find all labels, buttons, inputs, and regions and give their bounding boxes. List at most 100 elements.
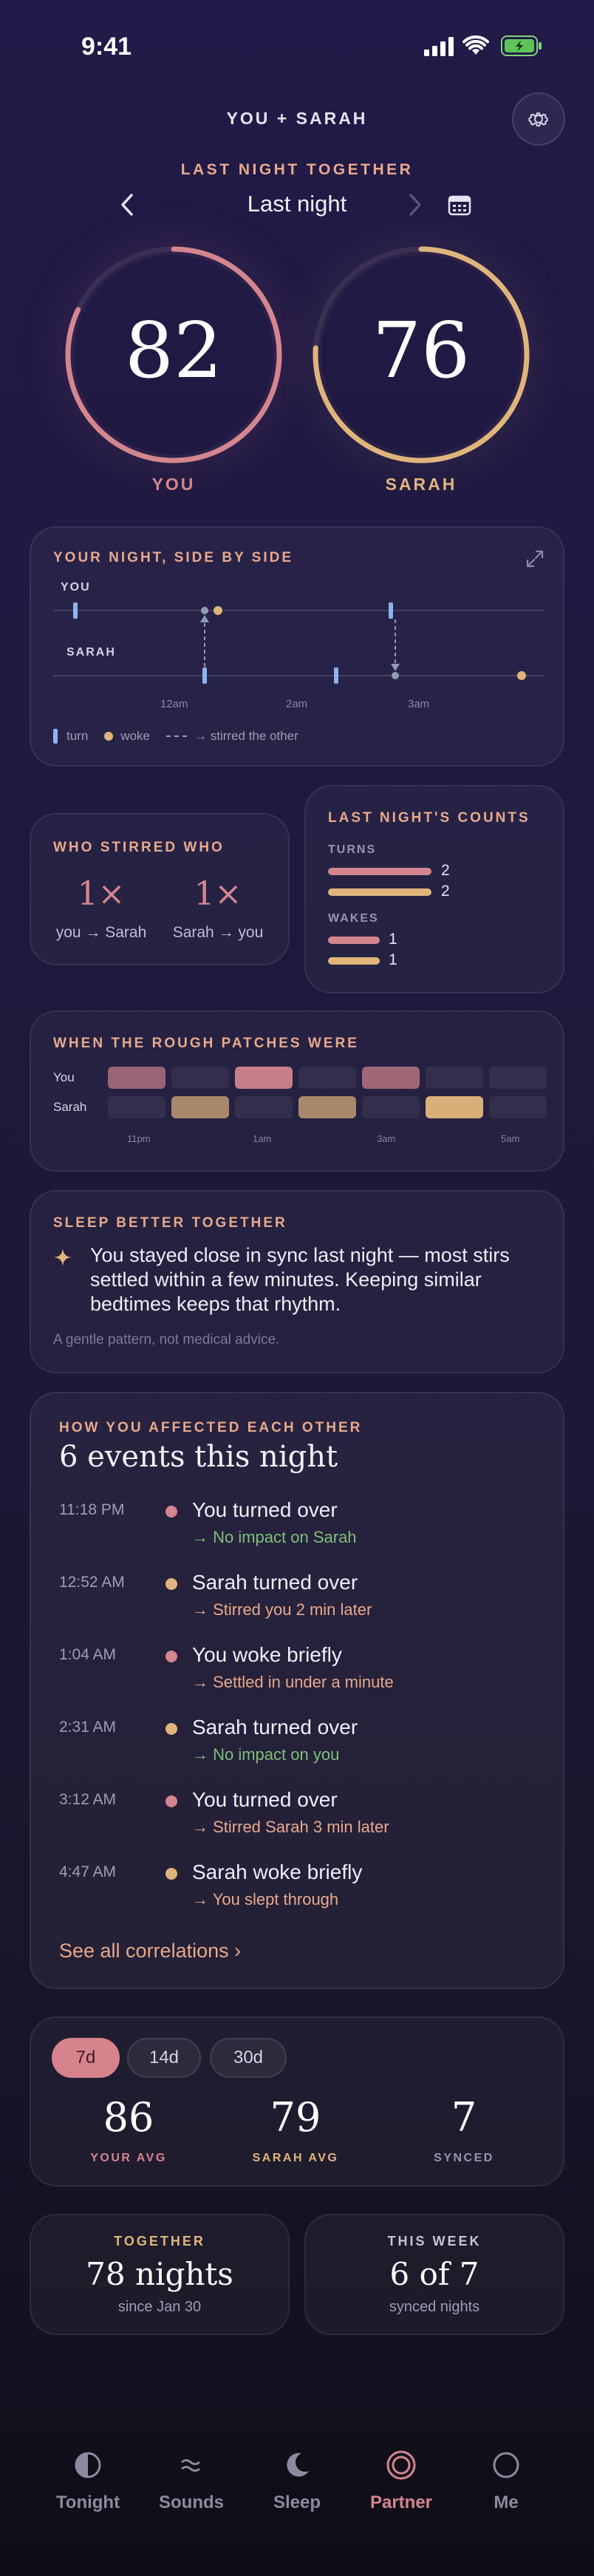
sleep-better-body: You stayed close in sync last night — mo… [90,1244,510,1315]
event-title: You turned over [192,1788,338,1811]
next-night-button[interactable] [399,188,431,221]
event-dot [165,1578,177,1590]
heat-tick: 11pm [127,1133,151,1144]
stir-target-dot [392,672,399,679]
timeline-tick: 3am [408,698,430,710]
rough-patches-card: WHEN THE ROUGH PATCHES WERE You Sarah 11… [30,1010,564,1172]
event-time: 3:12 AM [59,1791,117,1808]
heat-cell [489,1067,547,1089]
page-title: YOU + SARAH [226,109,368,128]
turn-marker [202,667,207,684]
heat-tick: 1am [253,1133,272,1144]
affected-eyebrow: HOW YOU AFFECTED EACH OTHER [59,1420,363,1435]
score-you-value: 82 [124,305,223,395]
moon-half-icon [75,2452,101,2478]
this-week-value: 6 of 7 [389,2256,479,2292]
header-subtitle: LAST NIGHT TOGETHER [180,161,414,178]
event-detail: → No impact on Sarah [192,1528,357,1546]
turns-value-you: 2 [441,862,450,879]
sparkle-icon [53,1248,72,1271]
score-sarah-value: 76 [372,305,471,395]
event-time: 11:18 PM [59,1501,125,1518]
prev-night-button[interactable] [111,188,143,221]
heat-cell [362,1096,420,1118]
heat-cell [171,1096,229,1118]
event-detail: → Stirred you 2 min later [192,1600,372,1619]
event-title: Sarah woke briefly [192,1860,363,1883]
event-dot [165,1795,177,1807]
nav-sleep-label: Sleep [273,2492,321,2512]
calendar-button[interactable] [443,190,476,220]
event-detail: → No impact on you [192,1745,340,1764]
nav-sounds[interactable]: Sounds [143,2447,239,2513]
heat-cell [426,1067,483,1089]
nav-partner[interactable]: Partner [353,2447,449,2513]
together-sub: since Jan 30 [117,2299,202,2315]
counts-title: LAST NIGHT'S COUNTS [328,810,530,826]
settings-button[interactable] [512,92,565,146]
timeline-legend: turn woke → stirred the other [53,727,298,745]
wakes-value-you: 1 [389,931,397,948]
together-eyebrow: TOGETHER [114,2234,205,2249]
stir-count-sarah: 1× [194,875,242,913]
synced-value: 7 [451,2094,477,2141]
tab-7d[interactable]: 7d [52,2038,120,2078]
heat-row-label-you: You [53,1070,75,1084]
sarah-avg-value: 79 [270,2094,321,2141]
wake-legend-swatch [104,732,114,741]
sleep-better-disclaimer: A gentle pattern, not medical advice. [53,1332,280,1348]
legend-turn: turn [66,729,89,743]
tab-30d[interactable]: 30d [210,2038,287,2078]
turns-value-sarah: 2 [441,883,450,900]
event-dot [165,1723,177,1735]
your-avg-label: YOUR AVG [90,2152,167,2164]
stir-count-you: 1× [77,875,126,913]
turns-bar-sarah [328,888,431,896]
turn-marker [73,602,78,619]
heat-cell [108,1096,165,1118]
event-time: 12:52 AM [59,1574,125,1591]
heat-tick: 3am [377,1133,396,1144]
nav-partner-label: Partner [369,2492,433,2512]
profile-circle-icon [493,2452,519,2478]
nav-sleep[interactable]: Sleep [249,2447,345,2513]
date-label: Last night [247,191,347,217]
nav-tonight[interactable]: Tonight [40,2447,136,2513]
see-all-correlations-link[interactable]: See all correlations › [59,1940,241,1962]
nav-sounds-label: Sounds [159,2492,224,2512]
tab-14d[interactable]: 14d [127,2038,201,2078]
calendar-icon [448,195,471,216]
this-week-sub: synced nights [389,2299,480,2315]
stir-label-sarah: Sarah → you [172,924,264,941]
heat-cell [426,1096,483,1118]
wakes-bar-sarah [328,957,380,965]
nav-me-label: Me [494,2492,519,2512]
heat-cell [489,1096,547,1118]
expand-button[interactable] [519,543,551,575]
timeline-tick: 12am [160,698,188,710]
heat-tick: 5am [501,1133,520,1144]
heat-cell [235,1067,293,1089]
sarah-avg-label: SARAH AVG [252,2152,339,2164]
event-time: 4:47 AM [59,1863,117,1880]
score-you-label: YOU [151,475,196,494]
event-title: Sarah turned over [192,1571,358,1594]
score-sarah-label: SARAH [385,475,457,494]
stir-arrowhead [391,664,400,671]
event-detail: → Settled in under a minute [192,1673,394,1691]
heat-cell [298,1096,356,1118]
affected-title: 6 events this night [59,1440,338,1474]
turn-marker [334,667,338,684]
side-by-side-card: YOUR NIGHT, SIDE BY SIDE YOU SARAH 12am … [30,526,564,767]
event-title: You turned over [192,1498,338,1521]
event-title: You woke briefly [192,1643,342,1666]
legend-woke: woke [120,729,150,743]
heat-row-label-sarah: Sarah [53,1100,87,1114]
who-stirred-card: WHO STIRRED WHO 1× you → Sarah 1× Sarah … [30,813,290,965]
partner-rings-icon [386,2450,416,2480]
wake-marker [214,606,222,615]
event-detail: → Stirred Sarah 3 min later [192,1818,389,1836]
wifi-icon [462,35,489,60]
synced-label: SYNCED [434,2152,494,2164]
nav-me[interactable]: Me [458,2447,554,2513]
